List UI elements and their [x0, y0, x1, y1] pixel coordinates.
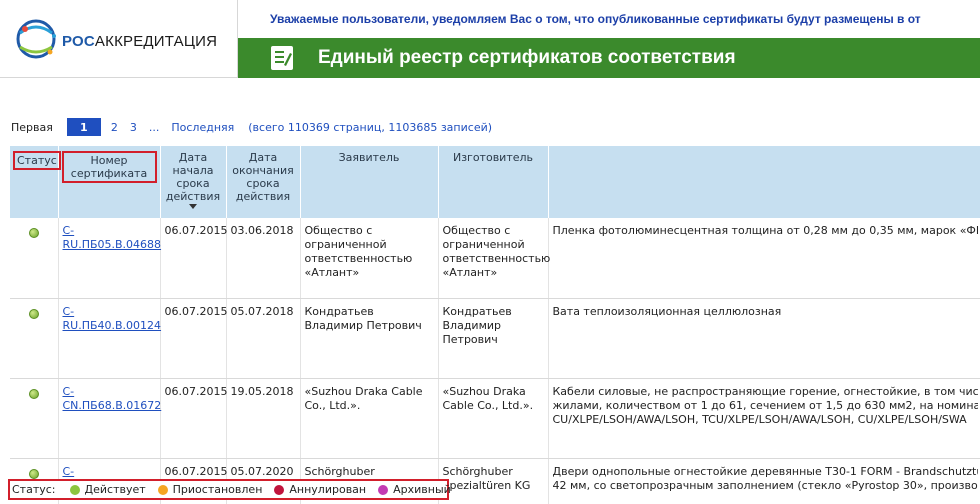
number-cell: С-RU.ПБ40.В.00124: [58, 298, 162, 379]
certificate-link[interactable]: С-RU.ПБ40.В.00124: [63, 305, 162, 332]
applicant-cell: Кондратьев Владимир Петрович: [300, 298, 439, 379]
product-cell: Вата теплоизоляционная целлюлозная: [548, 298, 980, 379]
status-active-icon: [28, 468, 39, 479]
manufacturer-cell: Общество с ограниченной ответственностью…: [438, 218, 550, 299]
header-end-date[interactable]: Дата окончания срока действия: [226, 146, 301, 218]
certificate-link[interactable]: С-CN.ПБ68.В.01672: [63, 385, 162, 412]
legend-item-label: Аннулирован: [289, 483, 367, 496]
end-date-cell: 05.07.2018: [226, 298, 301, 379]
manufacturer-cell: Schörghuber Spezialtüren KG: [438, 458, 549, 504]
legend-item-label: Действует: [84, 483, 146, 496]
product-line: 42 мм, со светопрозрачным заполнением (с…: [552, 478, 978, 492]
status-active-icon: [28, 308, 39, 319]
logo[interactable]: РОСАККРЕДИТАЦИЯ: [0, 0, 238, 78]
header-status-label: Статус: [13, 151, 61, 170]
manufacturer-cell: «Suzhou Draka Cable Co., Ltd.».: [438, 378, 549, 459]
header-applicant-label: Заявитель: [338, 151, 400, 164]
status-active-icon: [28, 388, 39, 399]
header-start-label: Дата начала срока действия: [165, 151, 221, 203]
status-suspended-icon: [157, 484, 168, 495]
product-line: Кабели силовые, не распространяющие горе…: [552, 384, 978, 398]
header-product[interactable]: [548, 146, 980, 218]
notice-text: Уважаемые пользователи, уведомляем Вас о…: [270, 12, 921, 26]
status-cell: [10, 378, 59, 459]
start-date-cell: 06.07.2015: [160, 218, 227, 299]
status-cell: [10, 218, 59, 299]
number-cell: С-CN.ПБ68.В.01672: [58, 378, 162, 459]
site-header: РОСАККРЕДИТАЦИЯ Уважаемые пользователи, …: [0, 0, 980, 78]
header-status[interactable]: Статус: [10, 146, 61, 218]
product-line: CU/XLPE/LSOH/AWA/LSOH, TCU/XLPE/LSOH/AWA…: [552, 412, 967, 426]
header-applicant[interactable]: Заявитель: [300, 146, 439, 218]
pager-last[interactable]: Последняя: [171, 121, 234, 134]
notice-banner: Уважаемые пользователи, уведомляем Вас о…: [238, 0, 980, 38]
status-annulled-icon: [274, 484, 285, 495]
legend-item-suspended: Приостановлен: [157, 483, 263, 496]
title-bar: Единый реестр сертификатов соответствия: [238, 38, 980, 78]
header-manufacturer[interactable]: Изготовитель: [438, 146, 549, 218]
pager-page-2[interactable]: 2: [111, 121, 118, 134]
certificates-table: Статус Номер сертификата Дата начала сро…: [10, 146, 980, 504]
logo-suffix: АККРЕДИТАЦИЯ: [94, 33, 218, 50]
pager-current-page[interactable]: 1: [66, 118, 101, 136]
pager-page-3[interactable]: 3: [130, 121, 137, 134]
product-line: Вата теплоизоляционная целлюлозная: [552, 304, 782, 318]
table-row[interactable]: С-CN.ПБ68.В.01672 06.07.2015 19.05.2018 …: [10, 378, 980, 459]
start-date-cell: 06.07.2015: [160, 298, 227, 379]
product-cell: Кабели силовые, не распространяющие горе…: [548, 378, 980, 459]
header-start-date[interactable]: Дата начала срока действия: [160, 146, 227, 218]
sort-desc-icon: [189, 204, 197, 209]
legend-item-active: Действует: [69, 483, 146, 496]
manufacturer-cell: Кондратьев Владимир Петрович: [438, 298, 549, 379]
pagination: Первая 1 2 3 ... Последняя (всего 110369…: [11, 118, 492, 136]
applicant-cell: Общество с ограниченной ответственностью…: [300, 218, 439, 299]
status-active-icon: [28, 228, 39, 238]
end-date-cell: 19.05.2018: [226, 378, 301, 459]
product-cell: Пленка фотолюминесцентная толщина от 0,2…: [548, 218, 980, 299]
status-archived-icon: [378, 484, 389, 495]
legend-item-label: Архивный: [393, 483, 451, 496]
certificate-link[interactable]: С-RU.ПБ05.В.04688: [63, 224, 162, 251]
logo-text: РОСАККРЕДИТАЦИЯ: [62, 33, 217, 50]
document-edit-icon: [271, 46, 293, 70]
page-title: Единый реестр сертификатов соответствия: [318, 47, 736, 68]
legend-item-annulled: Аннулирован: [274, 483, 366, 496]
legend-item-archived: Архивный: [378, 483, 451, 496]
end-date-cell: 03.06.2018: [226, 218, 301, 299]
header-end-label: Дата окончания срока действия: [232, 151, 294, 203]
globe-logo-icon: [16, 19, 56, 59]
table-row[interactable]: С-RU.ПБ05.В.04688 06.07.2015 03.06.2018 …: [10, 218, 980, 299]
header-number-label: Номер сертификата: [61, 151, 157, 183]
header-number[interactable]: Номер сертификата: [58, 146, 161, 218]
table-row[interactable]: С-RU.ПБ40.В.00124 06.07.2015 05.07.2018 …: [10, 298, 980, 379]
pager-ellipsis[interactable]: ...: [149, 121, 160, 134]
legend-label: Статус:: [12, 483, 56, 496]
header-manufacturer-label: Изготовитель: [452, 151, 534, 164]
legend-item-label: Приостановлен: [172, 483, 263, 496]
status-active-icon: [69, 484, 80, 495]
applicant-cell: «Suzhou Draka Cable Co., Ltd.».: [300, 378, 439, 459]
product-line: Пленка фотолюминесцентная толщина от 0,2…: [552, 224, 978, 237]
start-date-cell: 06.07.2015: [160, 378, 227, 459]
product-cell: Двери однопольные огнестойкие деревянные…: [548, 458, 980, 504]
number-cell: С-RU.ПБ05.В.04688: [58, 218, 162, 299]
product-line: Двери однопольные огнестойкие деревянные…: [552, 464, 978, 478]
pager-total: (всего 110369 страниц, 1103685 записей): [248, 120, 493, 134]
logo-prefix: РОС: [62, 33, 95, 50]
status-cell: [10, 298, 59, 379]
product-line: жилами, количеством от 1 до 61, сечением…: [552, 398, 978, 412]
pager-first[interactable]: Первая: [11, 121, 53, 134]
status-legend: Статус: Действует Приостановлен Аннулиро…: [8, 479, 451, 500]
table-header-row: Статус Номер сертификата Дата начала сро…: [10, 146, 980, 218]
